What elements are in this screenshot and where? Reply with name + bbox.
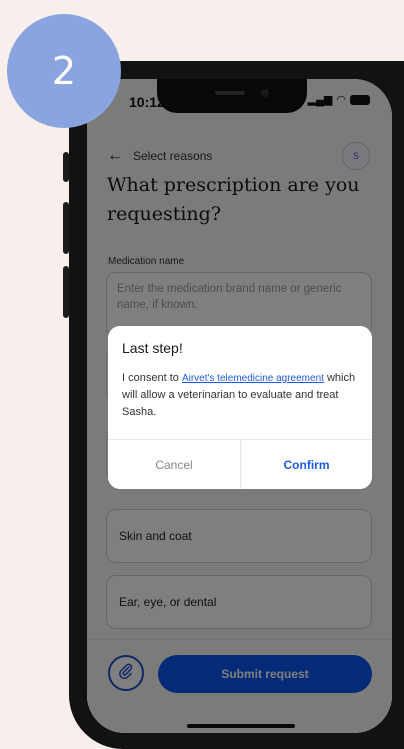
dialog-body: I consent to Airvet's telemedicine agree… xyxy=(122,370,362,421)
step-number-badge: 2 xyxy=(7,14,121,128)
cancel-button[interactable]: Cancel xyxy=(108,440,240,489)
confirm-button[interactable]: Confirm xyxy=(241,440,372,489)
phone-screen: 10:12 ▂▄▆ ◠ ← Select reasons S What pres… xyxy=(87,79,392,733)
step-number: 2 xyxy=(51,49,77,93)
dialog-body-prefix: I consent to xyxy=(122,372,182,384)
telemedicine-agreement-link[interactable]: Airvet's telemedicine agreement xyxy=(182,373,324,384)
consent-dialog: Last step! I consent to Airvet's telemed… xyxy=(108,326,372,489)
dialog-title: Last step! xyxy=(122,340,183,356)
